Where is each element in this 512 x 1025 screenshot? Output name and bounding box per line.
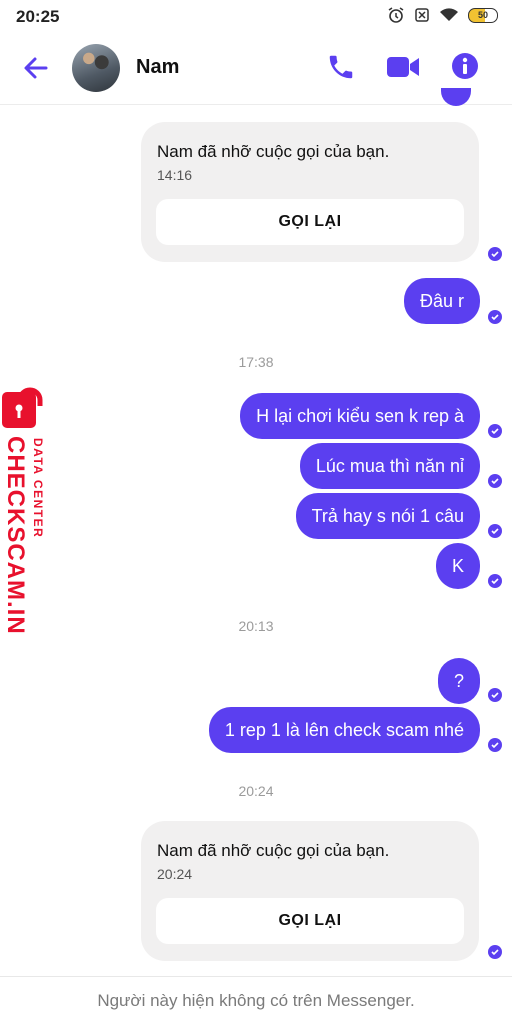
back-arrow-icon[interactable] (22, 54, 50, 82)
svg-text:CHECKSCAM.INFO: CHECKSCAM.INFO (2, 436, 29, 636)
message-bubble[interactable]: H lại chơi kiểu sen k rep à (240, 393, 480, 439)
message-bubble[interactable]: Trả hay s nói 1 câu (295, 493, 480, 539)
timestamp: 17:38 (238, 354, 274, 370)
seen-check-icon (488, 738, 502, 752)
watermark-logo: CHECKSCAM.INFO DATA CENTER (0, 386, 60, 670)
call-back-button[interactable]: GỌI LẠI (156, 199, 464, 245)
unavailable-notice: Người này hiện không có trên Messenger. (97, 991, 415, 1010)
missed-call-time: 20:24 (157, 866, 193, 882)
seen-check-icon (488, 474, 502, 488)
seen-check-icon (488, 524, 502, 538)
seen-check-icon (488, 574, 502, 588)
missed-call-card: Nam đã nhỡ cuộc gọi của bạn. 20:24 GỌI L… (141, 821, 479, 961)
call-back-button[interactable]: GỌI LẠI (156, 898, 464, 944)
status-icons: 50 (387, 6, 498, 24)
phone-call-icon[interactable] (326, 52, 356, 82)
timestamp: 20:13 (238, 618, 274, 634)
footer: Người này hiện không có trên Messenger. (0, 976, 512, 1025)
missed-call-card: Nam đã nhỡ cuộc gọi của bạn. 14:16 GỌI L… (141, 122, 479, 262)
status-bar: 20:25 50 (0, 0, 512, 32)
missed-call-title: Nam đã nhỡ cuộc gọi của bạn. (157, 841, 390, 860)
seen-check-icon (488, 424, 502, 438)
chat-header: Nam (0, 32, 512, 105)
seen-check-icon (488, 688, 502, 702)
missed-call-time: 14:16 (157, 167, 193, 183)
seen-check-icon (488, 945, 502, 959)
message-bubble[interactable]: K (435, 543, 480, 589)
video-call-icon[interactable] (386, 54, 420, 80)
lock-logo-icon: CHECKSCAM.INFO DATA CENTER (2, 387, 45, 670)
seen-check-icon (488, 247, 502, 261)
avatar[interactable] (72, 44, 120, 92)
contact-name[interactable]: Nam (136, 56, 179, 79)
status-time: 20:25 (16, 7, 60, 26)
battery-level: 50 (477, 10, 488, 20)
message-bubble[interactable]: Lúc mua thì năn nỉ (299, 443, 480, 489)
message-bubble[interactable]: ? (437, 658, 480, 704)
wifi-icon (440, 8, 458, 21)
missed-call-title: Nam đã nhỡ cuộc gọi của bạn. (157, 142, 390, 161)
seen-check-icon (488, 310, 502, 324)
svg-text:DATA CENTER: DATA CENTER (31, 438, 45, 538)
message-bubble[interactable]: Đâu r (403, 278, 480, 324)
alarm-icon (388, 7, 404, 23)
info-icon[interactable] (451, 52, 479, 80)
battery-icon: 50 (468, 7, 498, 23)
no-sim-icon (415, 8, 429, 22)
message-bubble[interactable]: 1 rep 1 là lên check scam nhé (208, 707, 480, 753)
timestamp: 20:24 (238, 783, 274, 799)
